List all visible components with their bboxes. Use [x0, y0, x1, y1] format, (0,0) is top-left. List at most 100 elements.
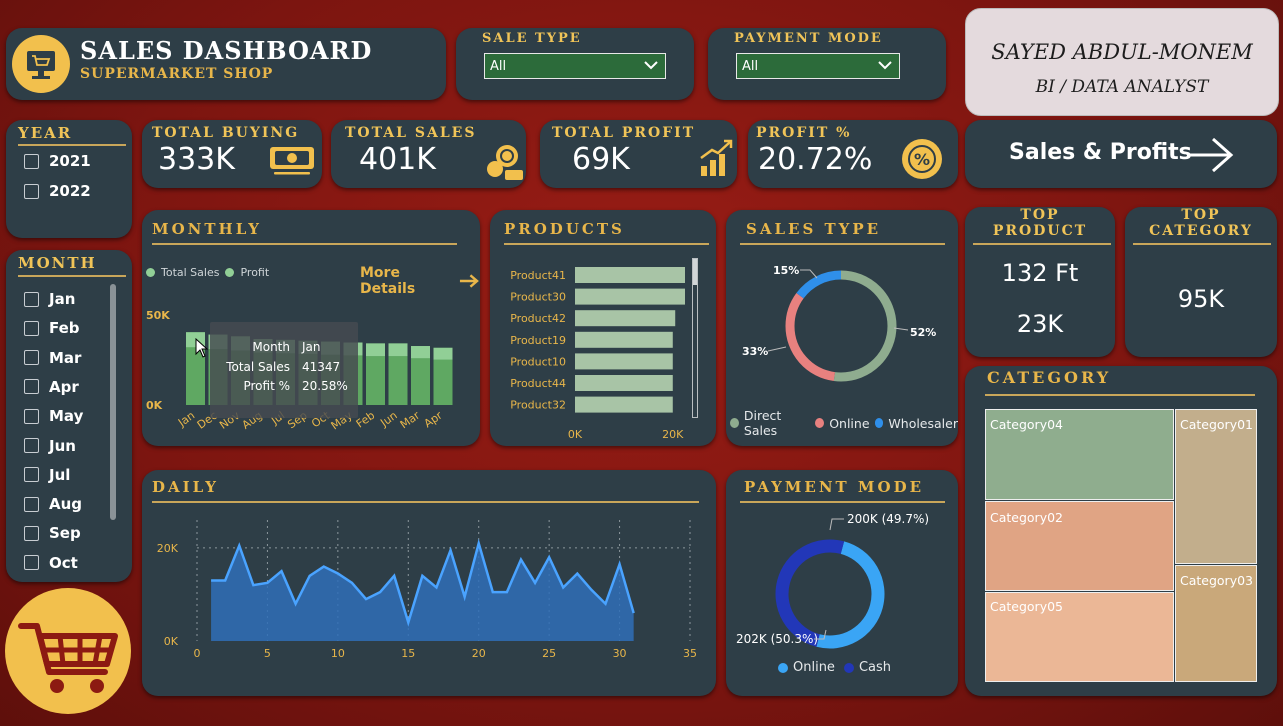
checkbox[interactable] [24, 183, 39, 199]
treemap-cell-category05[interactable]: Category05 [985, 592, 1174, 682]
kpi-total-buying: TOTAL BUYING 333K [142, 120, 322, 188]
x-tick-label: 25 [542, 647, 556, 660]
x-tick-label: 30 [613, 647, 627, 660]
payment-mode-legend: Online Cash [778, 660, 891, 675]
chevron-down-icon [644, 61, 658, 70]
leader-line [800, 269, 818, 279]
tooltip-key: Total Sales [226, 359, 290, 374]
month-option-jun[interactable]: Jun [24, 437, 76, 455]
arrow-right-icon [460, 274, 479, 288]
slice-label: 202K (50.3%) [736, 632, 818, 646]
sale-type-filter-panel: SALE TYPE All [456, 28, 694, 100]
more-details-link[interactable]: More Details [360, 265, 480, 297]
daily-title: DAILY [152, 478, 219, 496]
product-label: Product42 [510, 312, 566, 325]
payment-mode-dropdown[interactable]: All [736, 53, 900, 79]
month-option-aug[interactable]: Aug [24, 495, 82, 513]
kpi-value: 20.72% [758, 142, 873, 177]
bar-profit [366, 343, 385, 357]
month-scrollbar[interactable] [110, 284, 116, 520]
product-bar [575, 310, 676, 327]
treemap-cell-category02[interactable]: Category02 [985, 501, 1174, 591]
payment-mode-title: PAYMENT MODE [744, 478, 925, 496]
year-option-2022[interactable]: 2022 [24, 182, 91, 200]
coins-icon [487, 145, 523, 180]
legend-marker [730, 418, 739, 428]
dashboard-title: SALES DASHBOARD [80, 36, 373, 65]
daily-chart: 0 5 10 15 20 25 30 35 20K 0K [157, 520, 697, 660]
treemap-cell-category01[interactable]: Category01 [1175, 409, 1257, 564]
tooltip-value: 41347 [302, 359, 341, 374]
x-tick-label: Apr [422, 409, 445, 431]
sale-type-dropdown[interactable]: All [484, 53, 666, 79]
month-option-sep[interactable]: Sep [24, 524, 81, 542]
tooltip-key: Profit % [243, 379, 290, 393]
top-category-panel: TOP CATEGORY 95K [1125, 207, 1277, 357]
month-label: Jul [49, 465, 71, 484]
product-bar [575, 396, 673, 413]
payment-mode-panel: PAYMENT MODE 200K (49.7%) 202K (50.3%) On… [726, 470, 958, 696]
payment-mode-value: All [742, 58, 759, 74]
x-tick-label: 0 [194, 647, 201, 660]
checkbox[interactable] [24, 320, 39, 336]
cart-logo-icon [12, 35, 70, 93]
top-product-panel: TOP PRODUCT 132 Ft 23K [965, 207, 1115, 357]
slice-label: 15% [773, 264, 799, 277]
checkbox[interactable] [24, 525, 39, 541]
checkbox[interactable] [24, 438, 39, 453]
year-slicer: YEAR 2021 2022 [6, 120, 132, 238]
category-title: CATEGORY [987, 368, 1112, 387]
product-label: Product30 [510, 291, 566, 304]
month-label: Apr [49, 377, 79, 396]
author-name: SAYED ABDUL-MONEM [991, 40, 1253, 64]
checkbox[interactable] [24, 555, 39, 571]
kpi-title: PROFIT % [756, 125, 852, 141]
daily-panel: DAILY 0 5 10 15 20 25 30 35 20K 0K [142, 470, 716, 696]
tooltip-row: Total Sales 41347 [216, 360, 348, 380]
month-option-feb[interactable]: Feb [24, 319, 80, 337]
kpi-profit-percent: PROFIT % 20.72% % [748, 120, 958, 188]
month-option-jan[interactable]: Jan [24, 290, 75, 308]
top-product-name: 132 Ft [1001, 259, 1079, 287]
month-label: Jun [49, 436, 76, 455]
money-icon [270, 147, 314, 175]
products-chart: Product41 Product30 Product42 Product19 Prod… [510, 267, 685, 441]
month-option-apr[interactable]: Apr [24, 378, 79, 396]
checkbox[interactable] [24, 379, 39, 395]
checkbox[interactable] [24, 291, 39, 307]
checkbox[interactable] [24, 153, 39, 169]
kpi-title: TOTAL BUYING [152, 125, 300, 141]
legend-label: Cash [858, 660, 891, 675]
checkbox[interactable] [24, 467, 39, 483]
x-tick-label: 15 [401, 647, 415, 660]
checkbox[interactable] [24, 350, 39, 366]
month-label: Sep [49, 524, 81, 543]
kpi-value: 333K [158, 142, 235, 177]
kpi-total-sales: TOTAL SALES 401K [331, 120, 526, 188]
month-option-jul[interactable]: Jul [24, 466, 70, 484]
month-option-mar[interactable]: Mar [24, 349, 81, 367]
month-option-may[interactable]: May [24, 407, 83, 425]
month-option-oct[interactable]: Oct [24, 554, 78, 572]
treemap-cell-category03[interactable]: Category03 [1175, 565, 1257, 682]
product-label: Product44 [510, 377, 566, 390]
treemap: Category04 Category01 Category02 Categor… [985, 409, 1257, 682]
sales-type-legend: Direct Sales Online Wholesaler [730, 408, 958, 438]
sale-type-value: All [490, 58, 507, 74]
monthly-legend: Total Sales Profit [146, 266, 269, 279]
x-tick-label: 5 [264, 647, 271, 660]
checkbox[interactable] [24, 408, 39, 424]
slice-label: 200K (49.7%) [847, 512, 929, 526]
sales-profits-nav-button[interactable]: Sales & Profits [965, 120, 1277, 188]
legend-label: Wholesaler [888, 415, 958, 431]
daily-area [211, 543, 634, 641]
legend-marker [874, 418, 884, 428]
month-label: Feb [49, 319, 80, 338]
year-option-2021[interactable]: 2021 [24, 152, 91, 170]
treemap-cell-category04[interactable]: Category04 [985, 409, 1174, 500]
x-tick-label: Mar [398, 409, 423, 432]
checkbox[interactable] [24, 496, 39, 512]
leader-line [767, 346, 787, 352]
products-scrollbar[interactable] [692, 258, 698, 418]
payment-mode-filter-panel: PAYMENT MODE All [708, 28, 946, 100]
